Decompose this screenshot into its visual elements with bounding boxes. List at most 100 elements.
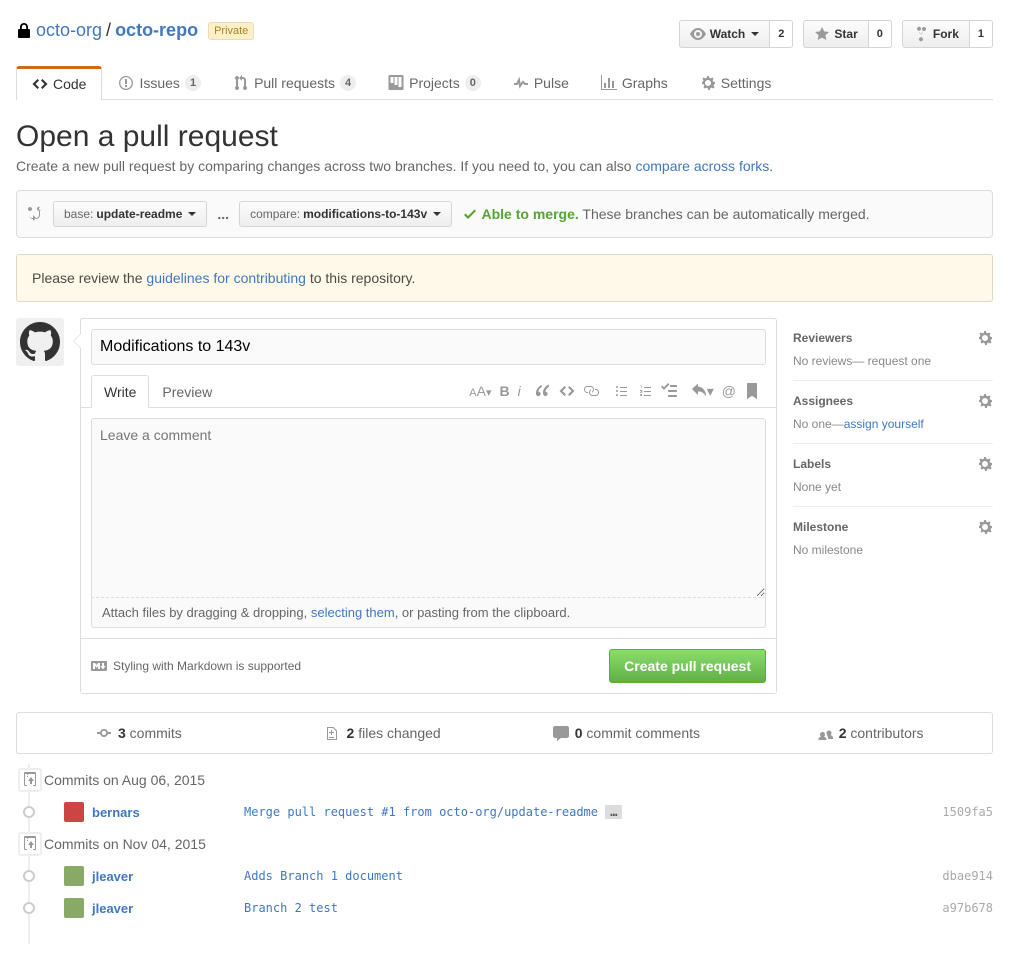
commit-sha-link[interactable]: a97b678	[942, 901, 993, 915]
reviewers-title: Reviewers	[793, 331, 852, 345]
gear-icon	[977, 519, 993, 535]
commit-row: jleaver Adds Branch 1 document dbae914	[44, 860, 993, 892]
ol-icon[interactable]	[637, 383, 653, 399]
star-button[interactable]: Star	[803, 20, 868, 48]
merge-status: Able to merge. These branches can be aut…	[462, 206, 869, 222]
sidebar: Reviewers No reviews— request one Assign…	[793, 318, 993, 569]
guidelines-link[interactable]: guidelines for contributing	[146, 270, 306, 286]
repo-nav: Code Issues 1 Pull requests 4 Projects 0…	[16, 66, 993, 100]
markdown-icon	[91, 658, 107, 674]
link-icon[interactable]	[583, 383, 599, 399]
create-pr-button[interactable]: Create pull request	[609, 649, 766, 683]
textsize-icon[interactable]: AA▾	[469, 383, 491, 399]
code-icon	[32, 76, 48, 92]
tab-graphs[interactable]: Graphs	[585, 66, 684, 99]
assign-yourself-link[interactable]: assign yourself	[844, 417, 924, 431]
tab-settings[interactable]: Settings	[684, 66, 788, 99]
select-files-link[interactable]: selecting them	[311, 605, 395, 620]
author-link[interactable]: bernars	[92, 805, 140, 820]
codeblock-icon[interactable]	[559, 383, 575, 399]
commit-message-link[interactable]: Merge pull request #1 from octo-org/upda…	[244, 805, 598, 819]
reviewers-gear[interactable]	[977, 330, 993, 346]
owner-link[interactable]: octo-org	[36, 20, 102, 41]
write-tab[interactable]: Write	[91, 375, 149, 408]
avatar	[16, 318, 64, 366]
tab-pulls[interactable]: Pull requests 4	[217, 66, 372, 99]
quote-icon[interactable]	[535, 383, 551, 399]
pulse-icon	[513, 75, 529, 91]
commit-message-link[interactable]: Adds Branch 1 document	[244, 869, 403, 883]
tab-projects[interactable]: Projects 0	[372, 66, 497, 99]
tab-issues[interactable]: Issues 1	[102, 66, 217, 99]
commit-icon	[96, 725, 112, 741]
author-link[interactable]: jleaver	[92, 869, 133, 884]
comment-icon	[553, 725, 569, 741]
italic-icon[interactable]: i	[518, 383, 521, 399]
star-icon	[814, 26, 830, 42]
watch-button[interactable]: Watch	[679, 20, 771, 48]
commit-message-link[interactable]: Branch 2 test	[244, 901, 338, 915]
assignees-title: Assignees	[793, 394, 853, 408]
octocat-icon	[20, 322, 60, 362]
lock-icon	[16, 23, 32, 39]
avatar	[64, 866, 84, 886]
commit-group-head: Commits on Nov 04, 2015	[44, 828, 993, 860]
contributors-count[interactable]: 2 contributors	[748, 713, 992, 753]
caret-icon	[188, 212, 196, 216]
commit-sha-link[interactable]: 1509fa5	[942, 805, 993, 819]
range-dots: ...	[217, 206, 229, 222]
file-diff-icon	[325, 725, 341, 741]
comment-form: Write Preview AA▾ B i	[80, 318, 777, 694]
watch-count[interactable]: 2	[770, 20, 793, 48]
caret-icon	[433, 212, 441, 216]
compare-branch-select[interactable]: compare:modifications-to-143v	[239, 201, 452, 227]
tab-code[interactable]: Code	[16, 66, 102, 100]
repo-link[interactable]: octo-repo	[115, 20, 198, 41]
page-subtitle: Create a new pull request by comparing c…	[16, 158, 993, 174]
gear-icon	[700, 75, 716, 91]
comments-count[interactable]: 0 commit comments	[505, 713, 749, 753]
commit-sha-link[interactable]: dbae914	[942, 869, 993, 883]
milestone-gear[interactable]	[977, 519, 993, 535]
tasklist-icon[interactable]	[661, 383, 677, 399]
repo-push-icon	[22, 772, 38, 788]
avatar	[64, 802, 84, 822]
ul-icon[interactable]	[613, 383, 629, 399]
labels-gear[interactable]	[977, 456, 993, 472]
commits-count[interactable]: 3 commits	[17, 713, 261, 753]
gear-icon	[977, 456, 993, 472]
page-title: Open a pull request	[16, 120, 993, 154]
commit-row: jleaver Branch 2 test a97b678	[44, 892, 993, 924]
preview-tab[interactable]: Preview	[149, 375, 225, 408]
files-count[interactable]: 2 files changed	[261, 713, 505, 753]
assignees-gear[interactable]	[977, 393, 993, 409]
pr-title-input[interactable]	[91, 329, 766, 365]
tab-pulse[interactable]: Pulse	[497, 66, 585, 99]
author-link[interactable]: jleaver	[92, 901, 133, 916]
reply-icon[interactable]: ▾	[691, 383, 714, 400]
bold-icon[interactable]: B	[500, 383, 510, 399]
mention-icon[interactable]: @	[722, 383, 736, 399]
bookmark-icon[interactable]	[744, 383, 760, 399]
check-icon	[462, 206, 478, 222]
commit-group-head: Commits on Aug 06, 2015	[44, 764, 993, 796]
graph-icon	[601, 75, 617, 91]
attach-hint[interactable]: Attach files by dragging & dropping, sel…	[91, 598, 766, 628]
md-toolbar: AA▾ B i ▾	[469, 383, 766, 400]
expand-msg-button[interactable]: …	[605, 805, 622, 819]
compare-forks-link[interactable]: compare across forks	[635, 158, 769, 174]
comment-textarea[interactable]	[91, 418, 766, 598]
milestone-body: No milestone	[793, 543, 993, 557]
contributing-flash: Please review the guidelines for contrib…	[16, 254, 993, 302]
people-icon	[817, 725, 833, 741]
commit-row: bernars Merge pull request #1 from octo-…	[44, 796, 993, 828]
fork-count[interactable]: 1	[970, 20, 993, 48]
eye-icon	[690, 26, 706, 42]
issue-icon	[118, 75, 134, 91]
base-branch-select[interactable]: base:update-readme	[53, 201, 207, 227]
fork-button[interactable]: Fork	[902, 20, 970, 48]
star-count[interactable]: 0	[869, 20, 892, 48]
reviewers-body: No reviews— request one	[793, 354, 993, 368]
milestone-title: Milestone	[793, 520, 848, 534]
markdown-hint[interactable]: Styling with Markdown is supported	[91, 658, 301, 674]
